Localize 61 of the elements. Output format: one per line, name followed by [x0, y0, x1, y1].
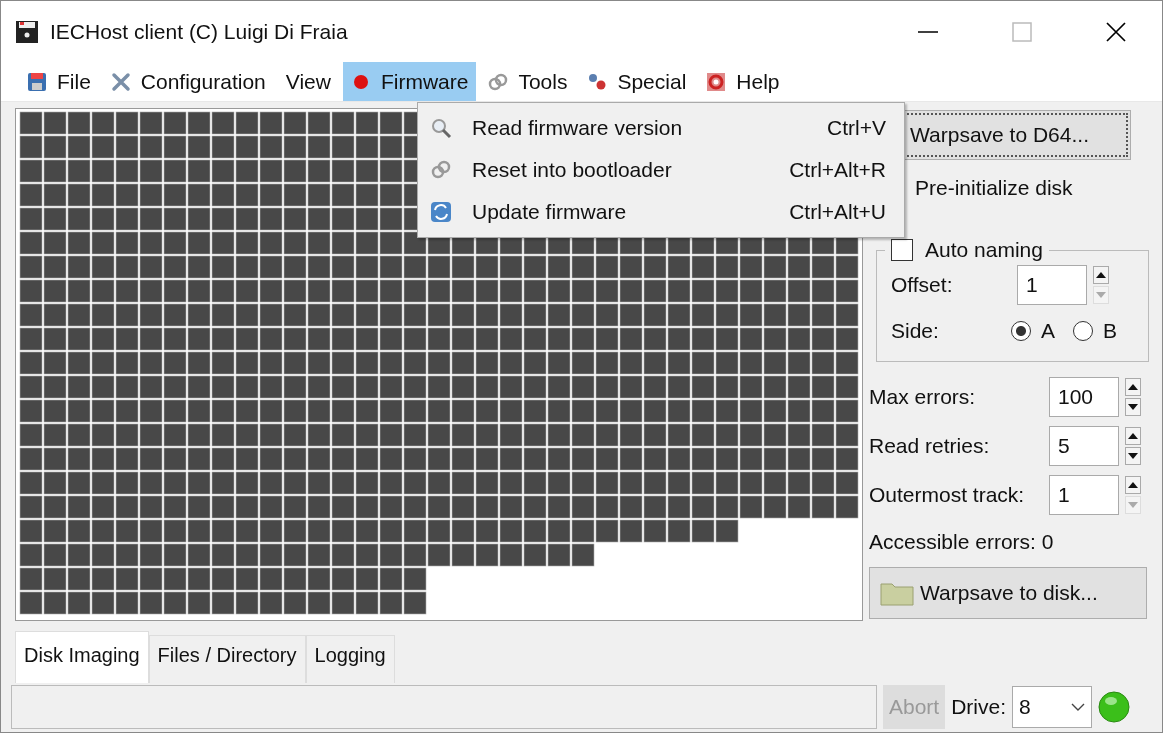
field-label: Side: — [891, 319, 940, 343]
spin-field[interactable]: 1 — [1017, 265, 1087, 305]
spin-down-button[interactable] — [1125, 446, 1141, 465]
spin-up-button[interactable] — [1125, 377, 1141, 396]
up-triangle-icon — [1096, 272, 1106, 278]
menu-item[interactable]: View — [277, 62, 339, 101]
lifebuoy-icon — [706, 71, 727, 92]
drive-dropdown[interactable]: 8 — [1012, 686, 1093, 728]
close-icon — [1106, 21, 1126, 42]
checkbox-label: Auto naming — [925, 238, 1043, 262]
spin-field[interactable]: 5 — [1049, 425, 1119, 466]
minimize-icon — [918, 30, 938, 33]
field-label: Drive: — [951, 695, 1007, 719]
menu-item[interactable]: Help — [698, 62, 788, 101]
folder-icon — [880, 580, 914, 606]
menu-item[interactable]: Configuration — [102, 62, 274, 101]
chevron-down-icon — [1071, 703, 1086, 711]
window-title: IECHost client (C) Luigi Di Fraia — [50, 19, 348, 44]
radio-label: B — [1103, 319, 1118, 343]
down-triangle-icon — [1096, 292, 1106, 298]
shortcut-text: Ctrl+Alt+U — [789, 200, 886, 224]
refresh-icon — [430, 201, 452, 223]
radio-button[interactable] — [1073, 321, 1093, 341]
menu-item[interactable]: Update firmware Ctrl+Alt+U — [418, 191, 904, 233]
up-triangle-icon — [1128, 432, 1138, 439]
up-triangle-icon — [1128, 481, 1138, 488]
menu-item[interactable]: Firmware — [342, 62, 477, 101]
status-text: Accessible errors: 0 — [869, 529, 1055, 555]
shortcut-text: Ctrl+Alt+R — [789, 158, 886, 182]
spin-down-button[interactable] — [1125, 397, 1141, 416]
down-triangle-icon — [1128, 501, 1138, 508]
up-triangle-icon — [1128, 383, 1138, 390]
floppy-icon — [27, 71, 47, 92]
field-label: Outermost track: — [869, 482, 1026, 507]
spin-up-button[interactable] — [1093, 266, 1109, 284]
tab[interactable]: Logging — [305, 635, 395, 683]
maximize-icon — [1012, 21, 1032, 42]
chain-icon — [488, 71, 509, 92]
down-triangle-icon — [1128, 403, 1138, 410]
warpsave-disk-button[interactable]: Warpsave to disk... — [869, 567, 1147, 619]
radio-button[interactable] — [1011, 321, 1031, 341]
menu-item[interactable]: Tools — [480, 62, 576, 101]
magnifier-icon — [430, 117, 452, 139]
field-label: Max errors: — [869, 384, 977, 409]
checkbox-label: Pre-initialize disk — [915, 176, 1073, 200]
spin-up-button[interactable] — [1125, 426, 1141, 445]
menu-item[interactable]: Special — [579, 62, 695, 101]
spin-up-button[interactable] — [1125, 475, 1141, 494]
spin-field[interactable]: 100 — [1049, 376, 1119, 417]
tab[interactable]: Disk Imaging — [15, 631, 149, 683]
tools-icon — [110, 71, 131, 92]
menu-item[interactable]: File — [19, 62, 99, 101]
spin-field[interactable]: 1 — [1049, 474, 1119, 515]
down-triangle-icon — [1128, 452, 1138, 459]
tab[interactable]: Files / Directory — [148, 635, 306, 683]
checkbox[interactable] — [891, 239, 913, 261]
chain-icon — [430, 159, 452, 181]
app-icon — [16, 20, 38, 43]
radio-label: A — [1041, 319, 1055, 343]
field-label: Read retries: — [869, 433, 991, 458]
field-label: Offset: — [891, 273, 954, 297]
